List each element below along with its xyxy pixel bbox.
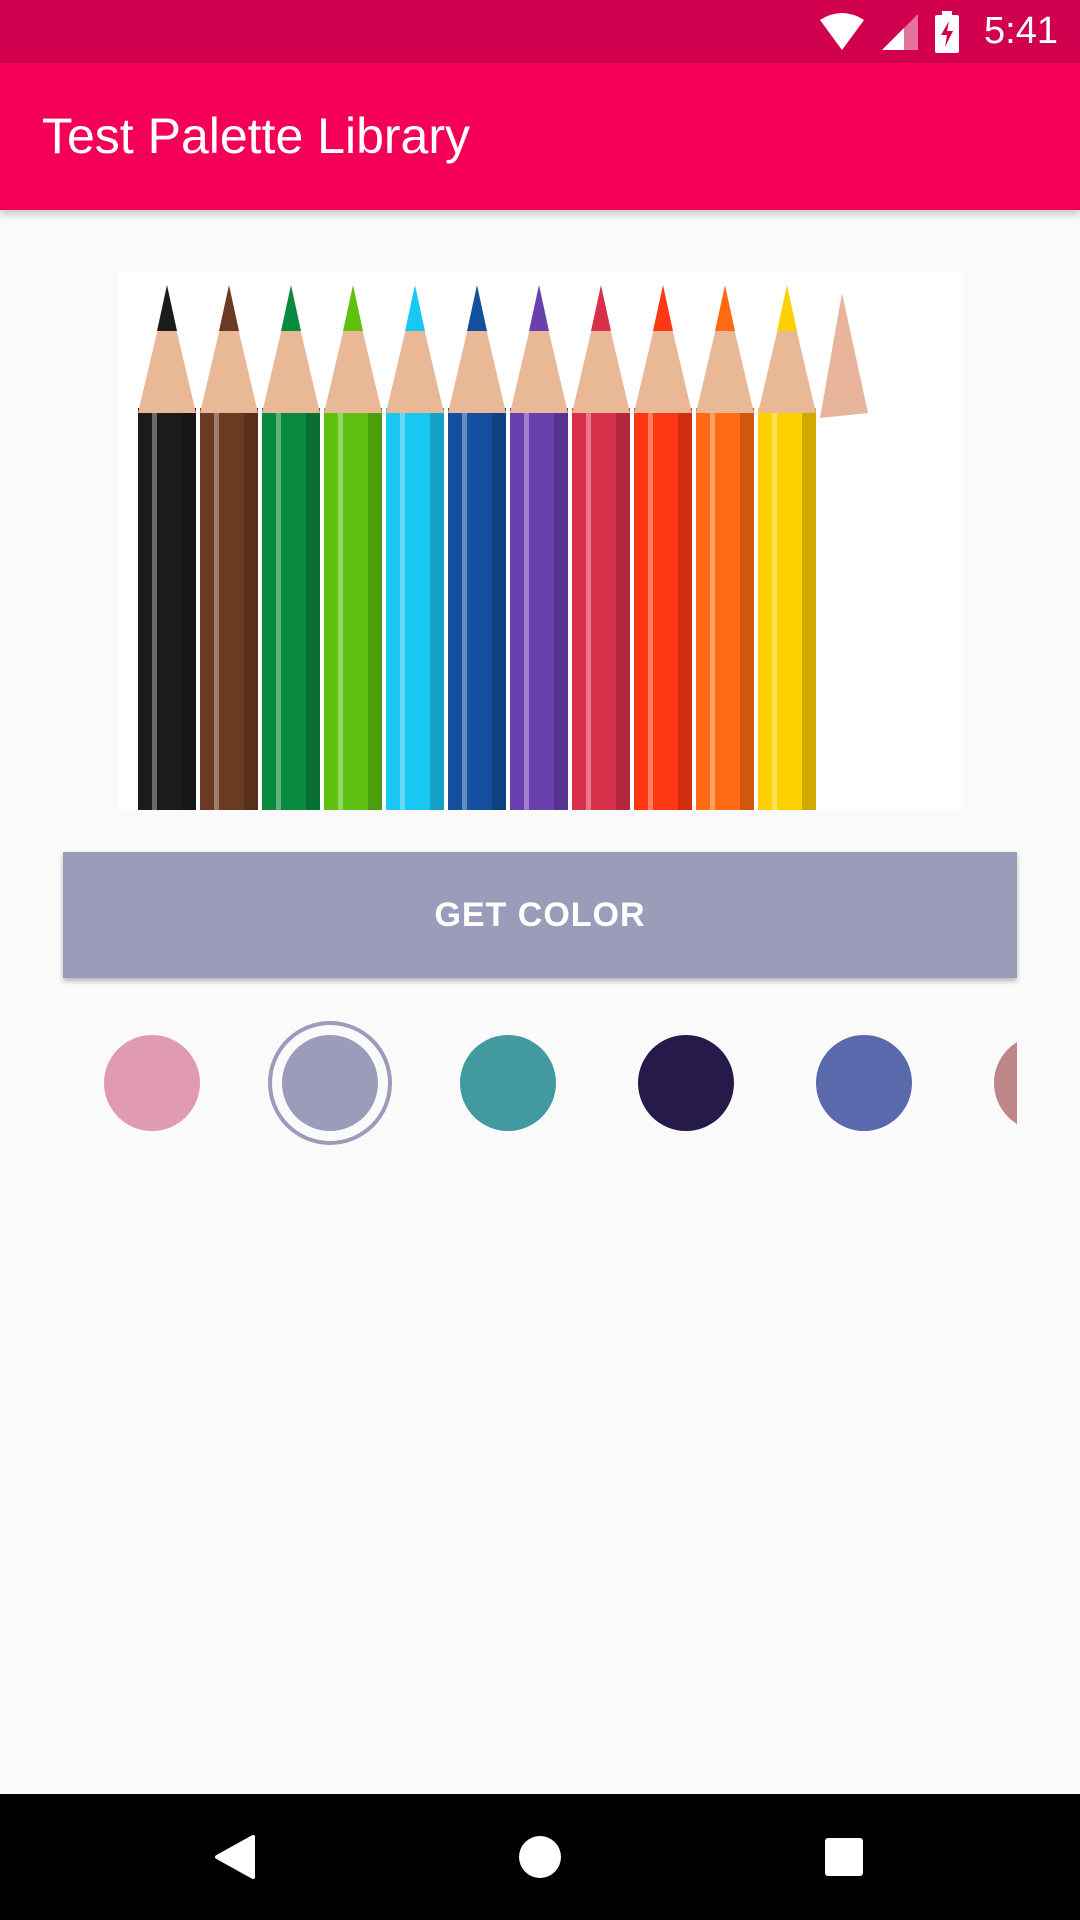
status-icons: 5:41 <box>818 0 1058 63</box>
battery-charging-icon <box>935 10 960 53</box>
get-color-button[interactable]: GET COLOR <box>63 852 1017 978</box>
color-swatch[interactable] <box>994 1035 1017 1131</box>
pencils-illustration <box>138 285 868 810</box>
home-icon <box>519 1836 561 1878</box>
pencil <box>200 285 258 810</box>
back-icon <box>215 1835 255 1879</box>
recents-icon <box>825 1838 863 1876</box>
pencil <box>758 285 816 810</box>
color-swatch[interactable] <box>460 1035 556 1131</box>
app-bar: Test Palette Library <box>0 63 1080 210</box>
recents-button[interactable] <box>781 1794 907 1920</box>
pencil <box>572 285 630 810</box>
wifi-icon <box>820 12 865 50</box>
app-title: Test Palette Library <box>42 108 470 164</box>
color-swatch[interactable] <box>104 1035 200 1131</box>
pencil <box>138 285 196 810</box>
palette-swatches <box>63 1018 1017 1146</box>
pencil <box>696 285 754 810</box>
color-swatch[interactable] <box>638 1035 734 1131</box>
navigation-bar <box>0 1794 1080 1920</box>
color-swatch[interactable] <box>282 1035 378 1131</box>
pencil <box>262 285 320 810</box>
signal-icon <box>882 13 919 50</box>
pencil <box>448 285 506 810</box>
status-time: 5:41 <box>984 10 1058 52</box>
color-swatch[interactable] <box>816 1035 912 1131</box>
pencil <box>386 285 444 810</box>
pencil <box>324 285 382 810</box>
pencil <box>510 285 568 810</box>
pencils-image <box>118 273 961 810</box>
pencil-shavings <box>820 293 868 418</box>
back-button[interactable] <box>172 1794 298 1920</box>
pencil <box>634 285 692 810</box>
status-bar: 5:41 <box>0 0 1080 63</box>
home-button[interactable] <box>477 1794 603 1920</box>
